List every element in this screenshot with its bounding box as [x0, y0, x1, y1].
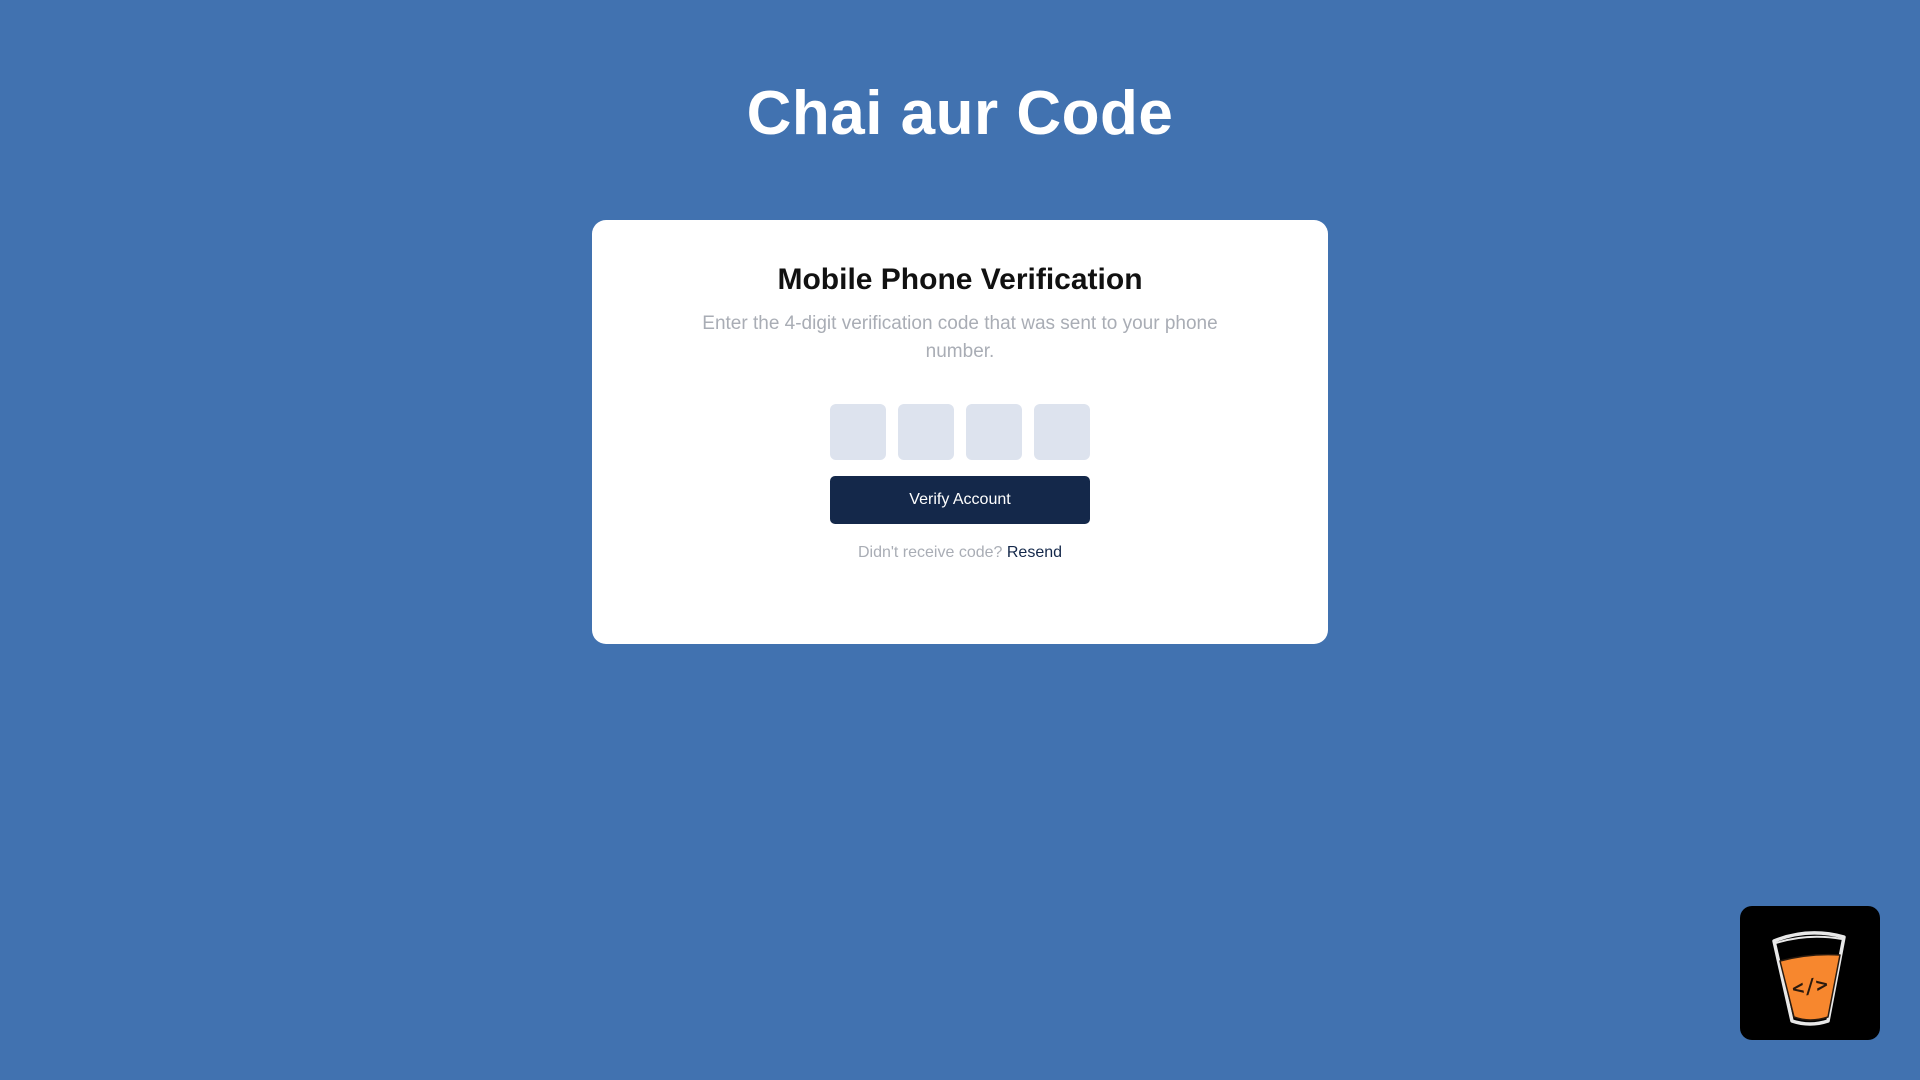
- verification-card: Mobile Phone Verification Enter the 4-di…: [592, 220, 1328, 644]
- resend-prompt: Didn't receive code?: [857, 544, 1003, 561]
- otp-digit-3[interactable]: [966, 404, 1022, 460]
- resend-row: Didn't receive code? Resend: [592, 542, 1328, 564]
- resend-link[interactable]: Resend: [1007, 544, 1062, 561]
- chai-code-cup-icon: </>: [1772, 931, 1846, 1026]
- logo-code-glyph: </>: [1790, 972, 1829, 1001]
- otp-digit-2[interactable]: [898, 404, 954, 460]
- otp-code-inputs: [830, 404, 1090, 460]
- card-title: Mobile Phone Verification: [777, 263, 1143, 296]
- site-title: Chai aur Code: [746, 79, 1174, 148]
- otp-digit-4[interactable]: [1034, 404, 1090, 460]
- card-description: Enter the 4-digit verification code that…: [702, 313, 1218, 362]
- chai-code-logo[interactable]: </>: [1740, 906, 1880, 1040]
- otp-digit-1[interactable]: [830, 404, 886, 460]
- verify-account-button[interactable]: Verify Account: [830, 476, 1090, 524]
